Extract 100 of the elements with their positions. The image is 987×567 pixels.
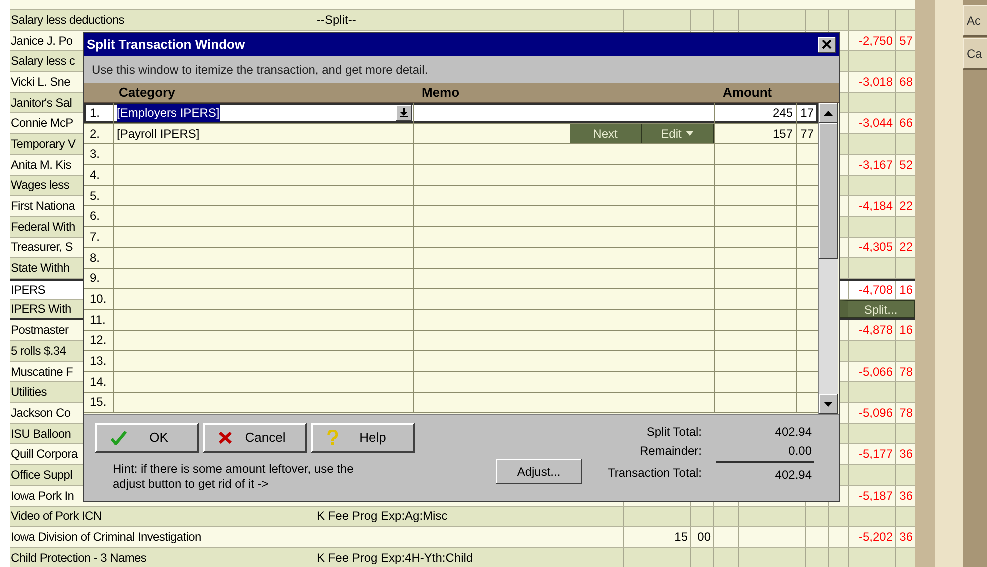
split-line[interactable]: 14. (84, 372, 818, 393)
instruction-text: Use this window to itemize the transaction, and get more detail. (92, 62, 428, 78)
memo-text: Temporary V (11, 136, 76, 151)
payee-text: Iowa Division of Criminal Investigation (11, 529, 202, 546)
balance-amount: 36 (900, 488, 913, 505)
dropdown-button[interactable] (396, 104, 412, 121)
side-button[interactable]: Ca (963, 38, 987, 70)
window-title: Split Transaction Window (87, 36, 246, 54)
total-label: Transaction Total: (606, 465, 702, 482)
split-line[interactable]: 3. (84, 144, 818, 166)
balance-amount: -4,708 (858, 282, 893, 299)
column-header: Category (119, 84, 176, 100)
split-line[interactable]: 13. (84, 351, 818, 372)
balance-amount: 22 (900, 198, 913, 216)
split-line[interactable]: 12. (84, 330, 818, 352)
amount-text: 157 (772, 126, 793, 143)
payee-text: Iowa Pork In (11, 488, 74, 505)
dialog-button[interactable]: Cancel (203, 423, 307, 453)
split-line[interactable]: 10. (84, 289, 818, 310)
balance-amount: 66 (900, 115, 913, 132)
split-line[interactable]: 15. (84, 392, 818, 414)
balance-amount: 36 (900, 529, 913, 546)
payee-text: Jackson Co (11, 404, 71, 422)
split-line[interactable]: 11. (84, 310, 818, 331)
balance-amount: -3,018 (858, 74, 893, 91)
payment-amount: 15 (674, 529, 688, 546)
memo-text: Salary less c (11, 54, 76, 68)
split-line[interactable]: 6. (84, 206, 818, 228)
payee-text: IPERS (11, 282, 46, 299)
category-field-text: [Payroll IPERS] (117, 126, 200, 143)
balance-amount: 78 (900, 404, 913, 422)
balance-amount: -4,184 (858, 198, 893, 216)
total-label: Remainder: (638, 443, 702, 459)
payee-text: Postmaster (11, 322, 69, 340)
register-row[interactable]: Video of Pork ICN K Fee Prog Exp:Ag:Misc (10, 506, 915, 528)
total-label: Split Total: (646, 424, 702, 440)
register-row[interactable]: Iowa Division of Criminal Investigation 15 00 -5,202 36 (10, 527, 915, 548)
scrollbar[interactable] (818, 103, 838, 414)
balance-amount: -5,066 (858, 364, 893, 381)
memo-text: Video of Pork ICN (11, 509, 102, 524)
line-number: 2. (90, 126, 100, 143)
balance-amount: -4,305 (858, 239, 893, 256)
line-number: 6. (90, 208, 100, 226)
dialog-button[interactable]: OK (95, 423, 199, 453)
balance-amount: -2,750 (858, 32, 893, 50)
memo-text: 5 rolls $.34 (11, 344, 66, 358)
category-text: K Fee Prog Exp:Ag:Misc (317, 508, 448, 526)
line-number: 13. (90, 353, 107, 370)
close-icon (822, 40, 832, 49)
balance-amount: -5,202 (858, 529, 893, 546)
payee-text: Anita M. Kis (11, 156, 72, 174)
split-line[interactable]: 8. (84, 248, 818, 268)
close-button[interactable] (818, 36, 836, 52)
amount-text: 245 (772, 104, 793, 122)
cents-text: 77 (800, 126, 814, 143)
side-button[interactable]: Ac (963, 5, 987, 37)
line-number: 3. (90, 146, 100, 164)
payee-text: First Nationa (11, 198, 76, 216)
register-row[interactable]: Child Protection - 3 Names K Fee Prog Exp:4H-Yth:Child (10, 548, 915, 567)
scrollbar-thumb[interactable] (819, 123, 838, 259)
column-header: Memo (422, 84, 460, 100)
payee-text: Vicki L. Sne (11, 74, 71, 91)
split-line[interactable]: 5. (84, 186, 818, 206)
line-number: 1. (90, 104, 100, 122)
split-line[interactable]: 4. (84, 165, 818, 186)
balance-amount: 16 (900, 282, 913, 299)
line-number: 7. (90, 228, 100, 246)
total-value: 402.94 (774, 424, 813, 440)
total-value: 402.94 (716, 461, 814, 483)
balance-amount: 22 (900, 239, 913, 256)
caret-icon (686, 131, 694, 136)
balance-amount: 68 (900, 74, 913, 91)
line-action-button[interactable]: Edit (642, 124, 714, 144)
memo-text: Utilities (11, 385, 47, 400)
check-icon (111, 431, 127, 445)
total-value: 0.00 (788, 443, 813, 459)
balance-amount: -3,167 (858, 156, 893, 174)
memo-text: Child Protection - 3 Names (11, 550, 147, 565)
close-icon (219, 432, 232, 444)
line-action-button[interactable]: Next (570, 124, 642, 144)
line-number: 8. (90, 250, 100, 267)
category-text: K Fee Prog Exp:4H-Yth:Child (317, 550, 474, 567)
split-line[interactable]: 7. (84, 227, 818, 248)
split-line[interactable]: 9. (84, 268, 818, 290)
balance-amount: 36 (900, 446, 913, 464)
balance-amount: 52 (900, 156, 913, 174)
split-line[interactable]: 2. [Payroll IPERS] Next Edit 157 77 (84, 124, 818, 144)
memo-text: State Withh (11, 261, 70, 276)
payee-text: Muscatine F (11, 364, 74, 381)
hint-text: Hint: if there is some amount leftover, use the adjust button to get rid of it -> (112, 462, 355, 492)
balance-amount: 16 (900, 322, 913, 340)
memo-text: Office Suppl (11, 468, 73, 482)
dialog-button[interactable]: Help (311, 423, 415, 453)
line-number: 15. (90, 394, 107, 412)
register-row[interactable]: Salary less deductions --Split-- (10, 10, 915, 31)
down-arrow-icon (400, 108, 408, 118)
adjust-button[interactable]: Adjust... (496, 459, 582, 484)
memo-text: Wages less (11, 178, 70, 192)
payee-text: Connie McP (11, 115, 74, 132)
balance-amount: -3,044 (858, 115, 893, 132)
